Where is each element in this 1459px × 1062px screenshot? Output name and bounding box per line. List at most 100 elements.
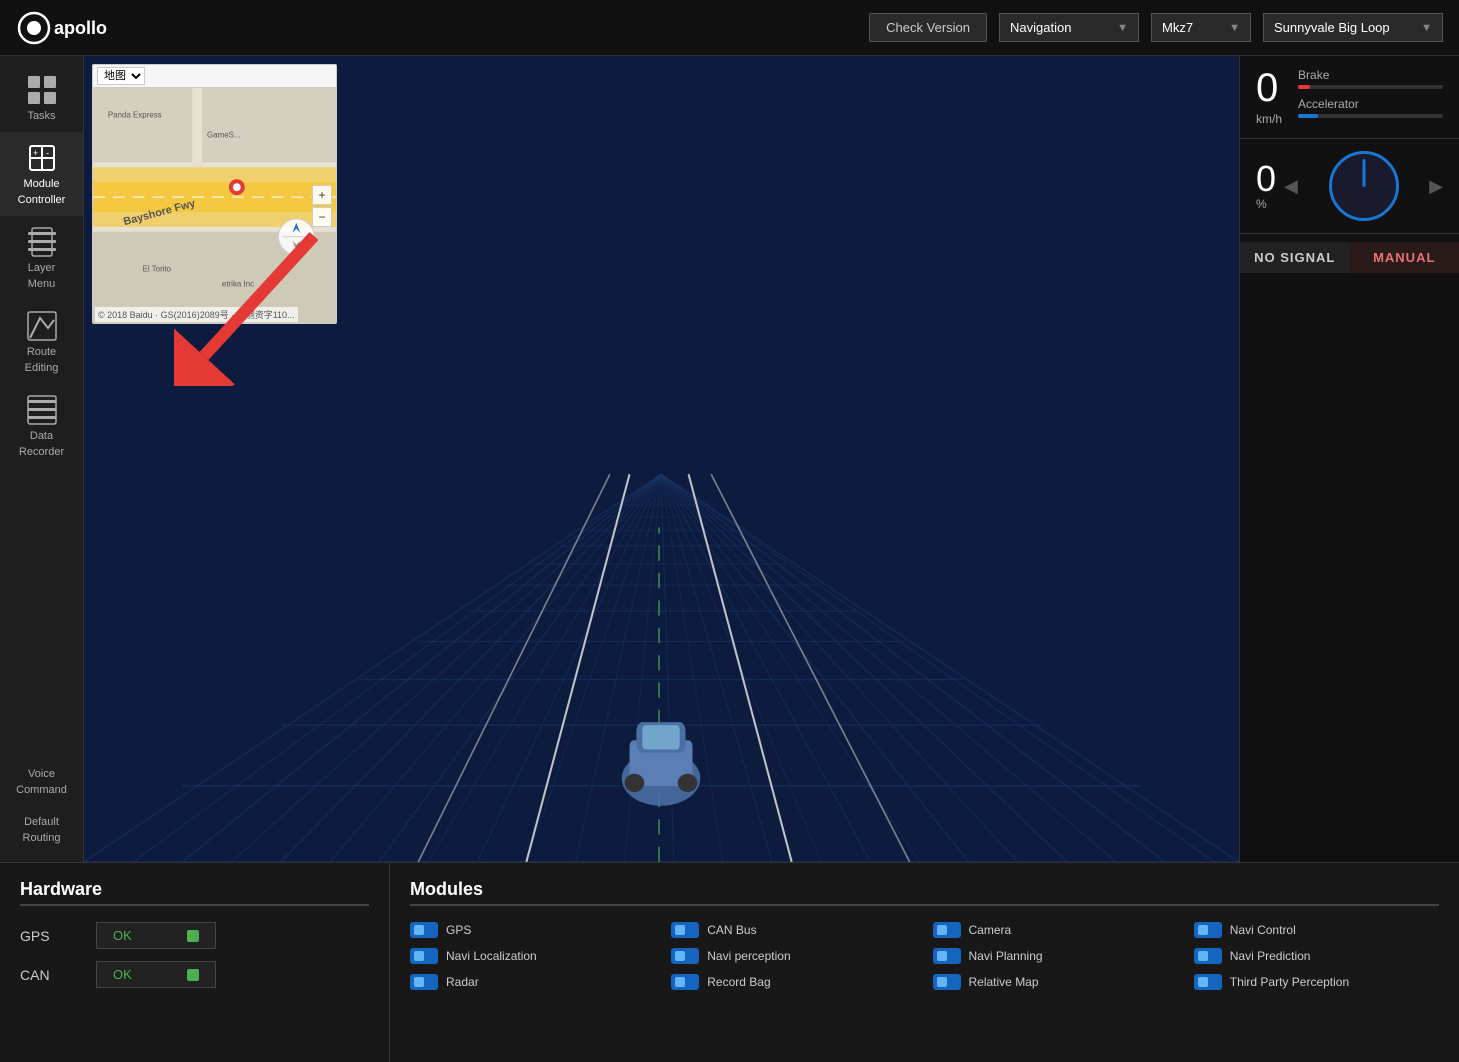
brake-label: Brake [1298, 68, 1443, 82]
module-gps-toggle[interactable] [410, 922, 438, 938]
map-topbar: 地图 [93, 65, 336, 88]
apollo-logo: apollo [16, 10, 136, 46]
gps-label: GPS [20, 928, 80, 944]
module-navi-control-toggle[interactable] [1194, 922, 1222, 938]
module-navi-pred-toggle[interactable] [1194, 948, 1222, 964]
signal-panel: NO SIGNAL MANUAL [1240, 234, 1459, 281]
module-navi-prediction[interactable]: Navi Prediction [1194, 948, 1439, 964]
can-label: CAN [20, 967, 80, 983]
module-radar-toggle[interactable] [410, 974, 438, 990]
no-signal-button[interactable]: NO SIGNAL [1240, 242, 1350, 273]
module-record-bag[interactable]: Record Bag [671, 974, 916, 990]
steering-value-wrap: 0 % [1256, 161, 1276, 211]
module-navi-perception[interactable]: Navi perception [671, 948, 916, 964]
hardware-divider [20, 904, 369, 906]
module-navi-loc-label: Navi Localization [446, 949, 537, 963]
svg-text:+: + [33, 148, 38, 158]
svg-text:apollo: apollo [54, 18, 107, 38]
steering-wheel [1329, 151, 1399, 221]
can-status: OK [96, 961, 216, 988]
module-navi-localization[interactable]: Navi Localization [410, 948, 655, 964]
module-navi-control-label: Navi Control [1230, 923, 1296, 937]
hardware-row-can: CAN OK [20, 961, 369, 988]
module-can-bus-toggle[interactable] [671, 922, 699, 938]
vehicle-dropdown-arrow: ▼ [1229, 22, 1240, 34]
modules-divider [410, 904, 1439, 906]
module-navi-perc-toggle[interactable] [671, 948, 699, 964]
map-dropdown[interactable]: Sunnyvale Big Loop ▼ [1263, 13, 1443, 42]
main-content: Tasks + - Module Controller Layer Menu [0, 56, 1459, 862]
module-relmap-toggle[interactable] [933, 974, 961, 990]
manual-button[interactable]: MANUAL [1350, 242, 1459, 273]
module-relative-map[interactable]: Relative Map [933, 974, 1178, 990]
can-status-text: OK [113, 967, 132, 982]
sidebar-item-voice-command[interactable]: Voice Command [0, 758, 83, 806]
steering-right-arrow[interactable]: ▶ [1429, 176, 1443, 197]
sidebar-item-module-controller[interactable]: + - Module Controller [0, 132, 83, 216]
module-can-bus[interactable]: CAN Bus [671, 922, 916, 938]
module-record-label: Record Bag [707, 975, 770, 989]
sidebar: Tasks + - Module Controller Layer Menu [0, 56, 84, 862]
module-navi-plan-toggle[interactable] [933, 948, 961, 964]
sidebar-item-layer-menu[interactable]: Layer Menu [0, 216, 83, 300]
module-navi-planning[interactable]: Navi Planning [933, 948, 1178, 964]
sidebar-item-route-label: Route [27, 346, 56, 358]
map-zoom-out[interactable]: − [312, 207, 332, 227]
brake-fill [1298, 85, 1310, 89]
module-radar[interactable]: Radar [410, 974, 655, 990]
module-can-bus-label: CAN Bus [707, 923, 756, 937]
mode-dropdown-arrow: ▼ [1117, 22, 1128, 34]
speed-panel: 0 km/h Brake Accelerator [1240, 56, 1459, 139]
sidebar-item-controller-label: Controller [18, 194, 66, 206]
hardware-row-gps: GPS OK [20, 922, 369, 949]
sidebar-item-menu-label: Menu [28, 278, 56, 290]
svg-text:etrika Inc: etrika Inc [222, 279, 254, 288]
mode-value: Navigation [1010, 20, 1071, 35]
header: apollo Check Version Navigation ▼ Mkz7 ▼… [0, 0, 1459, 56]
brake-bar [1298, 85, 1443, 89]
sidebar-item-layer-label: Layer [28, 262, 56, 274]
steering-left-arrow[interactable]: ◀ [1284, 176, 1298, 197]
modules-grid: GPS CAN Bus Camera Navi Control Navi Loc… [410, 922, 1439, 990]
module-gps[interactable]: GPS [410, 922, 655, 938]
module-third-toggle[interactable] [1194, 974, 1222, 990]
voice-command-label2: Command [16, 784, 67, 796]
module-relmap-label: Relative Map [969, 975, 1039, 989]
module-camera-toggle[interactable] [933, 922, 961, 938]
modules-panel: Modules GPS CAN Bus Camera Navi Control … [390, 863, 1459, 1062]
brake-row: Brake [1298, 68, 1443, 89]
module-radar-label: Radar [446, 975, 479, 989]
mode-dropdown[interactable]: Navigation ▼ [999, 13, 1139, 42]
default-routing-label: Default [24, 816, 59, 828]
map-copyright: © 2018 Baidu · GS(2016)2089号 · 甲测资字110..… [95, 307, 298, 322]
module-navi-control[interactable]: Navi Control [1194, 922, 1439, 938]
speed-indicators: Brake Accelerator [1298, 68, 1443, 126]
vehicle-dropdown[interactable]: Mkz7 ▼ [1151, 13, 1251, 42]
module-record-toggle[interactable] [671, 974, 699, 990]
sidebar-item-tasks[interactable]: Tasks [0, 64, 83, 132]
check-version-button[interactable]: Check Version [869, 13, 987, 42]
svg-text:-: - [46, 148, 49, 158]
map-overlay: 地图 Bayshore Fwy [92, 64, 337, 324]
map-type-select[interactable]: 地图 [97, 67, 145, 85]
speed-value: 0 [1256, 68, 1282, 108]
steering-value: 0 [1256, 161, 1276, 197]
sidebar-item-default-routing[interactable]: Default Routing [0, 806, 83, 854]
hardware-title: Hardware [20, 879, 369, 900]
speed-unit: km/h [1256, 112, 1282, 126]
sidebar-item-data-recorder[interactable]: Data Recorder [0, 384, 83, 468]
steering-panel: 0 % ◀ ▶ [1240, 139, 1459, 234]
right-panel: 0 km/h Brake Accelerator [1239, 56, 1459, 862]
map-zoom-in[interactable]: + [312, 185, 332, 205]
module-gps-label: GPS [446, 923, 471, 937]
map-controls: + − [312, 185, 332, 227]
module-navi-pred-label: Navi Prediction [1230, 949, 1311, 963]
svg-text:Panda Express: Panda Express [108, 111, 162, 120]
module-camera[interactable]: Camera [933, 922, 1178, 938]
module-third-party[interactable]: Third Party Perception [1194, 974, 1439, 990]
map-dropdown-arrow: ▼ [1421, 22, 1432, 34]
default-routing-label2: Routing [23, 832, 61, 844]
module-navi-loc-toggle[interactable] [410, 948, 438, 964]
sidebar-item-route-editing[interactable]: Route Editing [0, 300, 83, 384]
can-indicator [187, 969, 199, 981]
